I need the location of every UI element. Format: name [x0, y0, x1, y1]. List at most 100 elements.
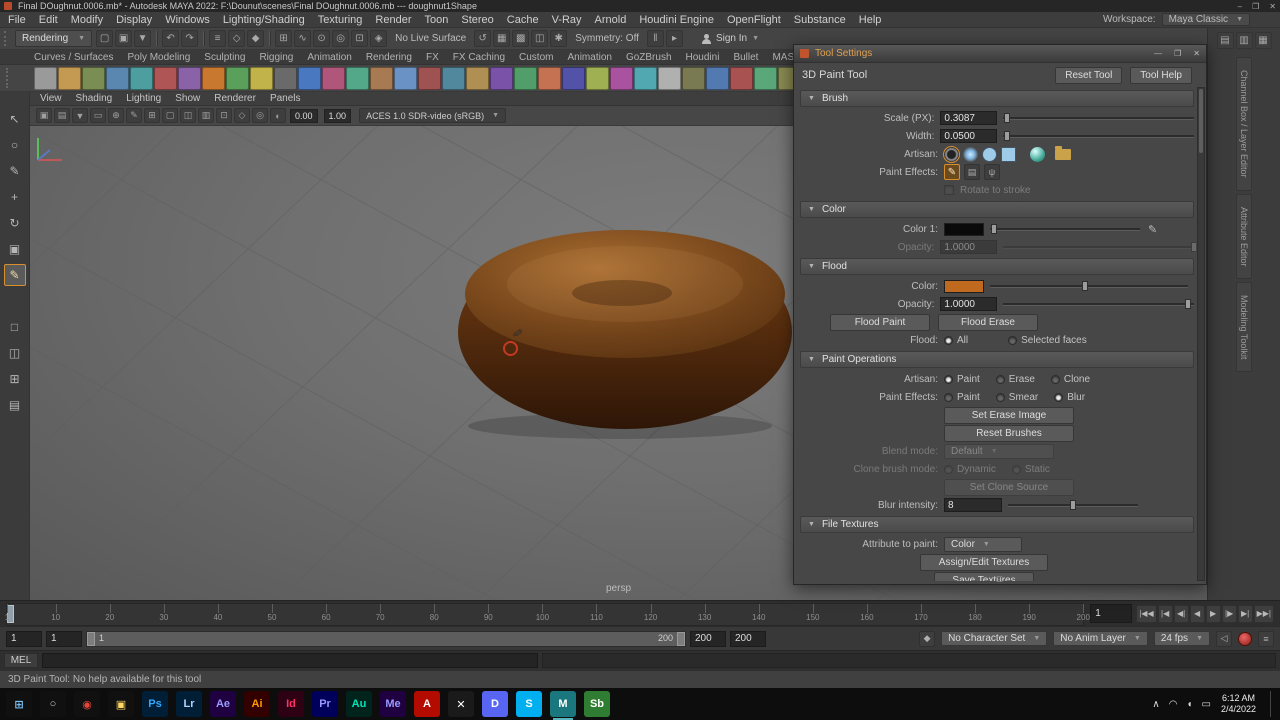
audition-icon[interactable]: Au: [346, 691, 372, 717]
title-bar[interactable]: Final DOughnut.0006.mb* - Autodesk MAYA …: [0, 0, 1280, 12]
shelf-tab-animation[interactable]: Animation: [567, 52, 611, 63]
shelf-collapse-handle[interactable]: [6, 68, 12, 88]
single-pane-layout-button[interactable]: □: [4, 316, 26, 338]
panel-menu-panels[interactable]: Panels: [270, 93, 301, 104]
panel-menu-show[interactable]: Show: [175, 93, 200, 104]
outliner-pane-layout-button[interactable]: ▤: [4, 394, 26, 416]
grease-pencil-icon[interactable]: ✎: [126, 108, 142, 123]
animation-preferences-icon[interactable]: ≡: [1258, 631, 1274, 647]
save-textures-button[interactable]: Save Textures: [934, 572, 1034, 582]
select-camera-icon[interactable]: ▣: [36, 108, 52, 123]
color-section-header[interactable]: ▼ Color: [800, 201, 1194, 218]
tool-help-button[interactable]: Tool Help: [1130, 67, 1192, 84]
exposure-field[interactable]: 0.00: [290, 109, 318, 123]
render-settings-icon[interactable]: ✱: [550, 30, 567, 47]
shelf-tool-icon[interactable]: [58, 67, 81, 90]
attribute-to-paint-dropdown[interactable]: Color ▼: [944, 537, 1022, 552]
snap-point-icon[interactable]: ⊙: [313, 30, 330, 47]
step-forward-key-button[interactable]: |▶: [1222, 605, 1237, 623]
dock-tool-settings-icon[interactable]: ▦: [1255, 32, 1272, 49]
tool-settings-titlebar[interactable]: Tool Settings — ❐ ✕: [794, 45, 1206, 63]
shelf-tool-icon[interactable]: [178, 67, 201, 90]
start-button[interactable]: ⊞: [6, 691, 32, 717]
rotate-tool[interactable]: ↻: [4, 212, 26, 234]
dock-channel-box-icon[interactable]: ▤: [1217, 32, 1234, 49]
snap-curve-icon[interactable]: ∿: [294, 30, 311, 47]
menu-modify[interactable]: Modify: [71, 14, 103, 26]
after-effects-icon[interactable]: Ae: [210, 691, 236, 717]
undo-icon[interactable]: ↶: [162, 30, 179, 47]
paint-select-tool[interactable]: ✎: [4, 160, 26, 182]
command-language-toggle[interactable]: MEL: [4, 653, 38, 668]
show-desktop-button[interactable]: [1270, 691, 1274, 717]
eyedropper-icon[interactable]: ✎: [1148, 223, 1157, 236]
window-restore-button[interactable]: ❐: [1174, 49, 1181, 58]
field-chart-icon[interactable]: ⊡: [216, 108, 232, 123]
menu-substance[interactable]: Substance: [794, 14, 846, 26]
character-set-dropdown[interactable]: No Character Set ▼: [941, 631, 1047, 646]
panel-menu-renderer[interactable]: Renderer: [214, 93, 256, 104]
menu-help[interactable]: Help: [859, 14, 882, 26]
image-plane-icon[interactable]: ▭: [90, 108, 106, 123]
camera-attributes-icon[interactable]: ▤: [54, 108, 70, 123]
menu-cache[interactable]: Cache: [507, 14, 539, 26]
menu-render[interactable]: Render: [375, 14, 411, 26]
reset-brushes-button[interactable]: Reset Brushes: [944, 425, 1074, 442]
shelf-tool-icon[interactable]: [226, 67, 249, 90]
auto-keyframe-toggle[interactable]: [1238, 632, 1252, 646]
discord-icon[interactable]: D: [482, 691, 508, 717]
shelf-tool-icon[interactable]: [514, 67, 537, 90]
dock-tab-modeling-toolkit[interactable]: Modeling Toolkit: [1236, 282, 1252, 372]
file-open-icon[interactable]: ▣: [115, 30, 132, 47]
snap-plane-icon[interactable]: ⊡: [351, 30, 368, 47]
snap-grid-icon[interactable]: ⊞: [275, 30, 292, 47]
shelf-tool-icon[interactable]: [130, 67, 153, 90]
rotate-to-stroke-checkbox[interactable]: [944, 185, 954, 195]
2d-pan-zoom-icon[interactable]: ⊕: [108, 108, 124, 123]
step-back-frame-button[interactable]: |◀: [1158, 605, 1173, 623]
step-forward-frame-button[interactable]: ▶|: [1238, 605, 1253, 623]
shelf-tool-icon[interactable]: [706, 67, 729, 90]
soft-brush-icon[interactable]: [963, 147, 978, 162]
four-pane-layout-button[interactable]: ⊞: [4, 368, 26, 390]
select-hierarchy-icon[interactable]: ≡: [209, 30, 226, 47]
browse-stamp-folder-icon[interactable]: [1055, 149, 1071, 160]
sign-in-button[interactable]: Sign In ▼: [701, 33, 759, 44]
shelf-tool-icon[interactable]: [466, 67, 489, 90]
color-opacity-input[interactable]: 1.0000: [940, 240, 997, 254]
select-tool[interactable]: ↖: [4, 108, 26, 130]
shelf-tool-icon[interactable]: [490, 67, 513, 90]
safe-title-icon[interactable]: ◎: [252, 108, 268, 123]
select-component-icon[interactable]: ◆: [247, 30, 264, 47]
gamma-field[interactable]: 1.00: [324, 109, 352, 123]
scale-tool[interactable]: ▣: [4, 238, 26, 260]
artisan-paint-radio[interactable]: Paint: [944, 374, 980, 385]
statusline-collapse-handle[interactable]: [4, 31, 9, 46]
shelf-tool-icon[interactable]: [658, 67, 681, 90]
color1-slider[interactable]: [990, 223, 1140, 235]
maximize-button[interactable]: ❐: [1252, 2, 1259, 11]
minimize-button[interactable]: –: [1238, 2, 1242, 11]
animation-end-field[interactable]: 200: [690, 631, 726, 647]
menu-houdini-engine[interactable]: Houdini Engine: [639, 14, 714, 26]
blend-mode-dropdown[interactable]: Default ▼: [944, 444, 1054, 459]
assign-edit-textures-button[interactable]: Assign/Edit Textures: [920, 554, 1048, 571]
menu-display[interactable]: Display: [116, 14, 152, 26]
play-forwards-button[interactable]: ▶: [1206, 605, 1221, 623]
two-pane-layout-button[interactable]: ◫: [4, 342, 26, 364]
file-explorer-icon[interactable]: ▣: [108, 691, 134, 717]
hard-brush-icon[interactable]: [944, 147, 959, 162]
select-object-icon[interactable]: ◇: [228, 30, 245, 47]
menu-stereo[interactable]: Stereo: [461, 14, 493, 26]
flood-erase-button[interactable]: Flood Erase: [938, 314, 1038, 331]
range-start-handle[interactable]: [87, 632, 95, 646]
shelf-tab-bullet[interactable]: Bullet: [733, 52, 758, 63]
panel-menu-lighting[interactable]: Lighting: [126, 93, 161, 104]
isolate-select-icon[interactable]: ◐: [270, 108, 286, 123]
scale-slider[interactable]: [1003, 112, 1194, 124]
get-brush-icon[interactable]: ψ: [984, 164, 1000, 180]
shelf-tab-rigging[interactable]: Rigging: [259, 52, 293, 63]
shelf-tool-icon[interactable]: [202, 67, 225, 90]
set-clone-source-button[interactable]: Set Clone Source: [944, 479, 1074, 496]
reset-tool-button[interactable]: Reset Tool: [1055, 67, 1122, 84]
